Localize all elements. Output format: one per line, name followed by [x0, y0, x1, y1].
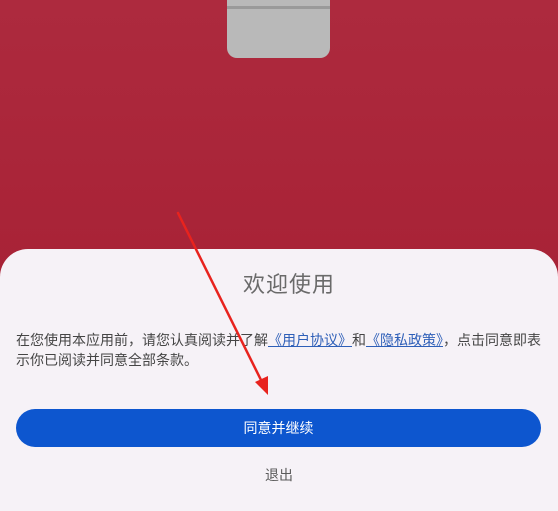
app-logo-icon [227, 0, 330, 58]
user-agreement-link[interactable]: 《用户协议》 [268, 333, 352, 349]
app-logo-stripe [227, 6, 330, 9]
body-text-conjunction: 和 [352, 333, 366, 349]
dialog-body-text: 在您使用本应用前，请您认真阅读并了解《用户协议》和《隐私政策》，点击同意即表示你… [16, 331, 546, 371]
exit-button[interactable]: 退出 [229, 462, 329, 488]
dialog-title: 欢迎使用 [242, 273, 335, 298]
agree-and-continue-button[interactable]: 同意并继续 [16, 409, 541, 447]
privacy-policy-link[interactable]: 《隐私政策》 [366, 333, 443, 349]
body-text-prefix: 在您使用本应用前，请您认真阅读并了解 [16, 333, 268, 349]
